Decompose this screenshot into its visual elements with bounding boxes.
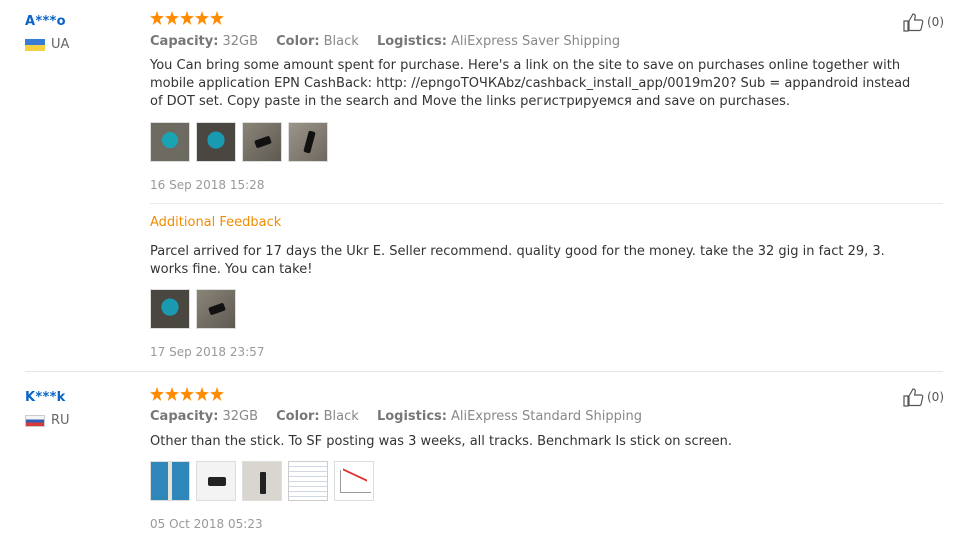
additional-images	[150, 289, 236, 329]
star-rating	[150, 11, 224, 25]
review-image-thumbnail[interactable]	[242, 461, 282, 501]
color-value: Black	[323, 409, 359, 424]
logistics-value: AliExpress Saver Shipping	[450, 34, 621, 49]
review-image-thumbnail[interactable]	[150, 122, 190, 162]
star-icon	[165, 11, 179, 25]
review-image-thumbnail[interactable]	[150, 289, 190, 329]
review-image-thumbnail[interactable]	[334, 461, 374, 501]
review-text: Other than the stick. To SF posting was …	[150, 434, 733, 449]
reviewer-name-text[interactable]: A***o	[25, 14, 66, 29]
reviewer-country: RU	[25, 413, 70, 428]
logistics-label: Logistics:	[376, 409, 447, 424]
star-icon	[210, 11, 224, 25]
color-label: Color:	[276, 34, 320, 49]
flag-ru-icon	[25, 414, 45, 427]
color-value: Black	[323, 34, 359, 49]
additional-feedback-title: Additional Feedback	[150, 215, 282, 230]
review-image-thumbnail[interactable]	[288, 122, 328, 162]
capacity-value: 32GB	[222, 34, 258, 49]
additional-feedback-text: Parcel arrived for 17 days the Ukr E. Se…	[150, 244, 885, 277]
review-date: 16 Sep 2018 15:28	[150, 178, 265, 192]
review-text: You Can bring some amount spent for purc…	[150, 58, 911, 109]
helpful-count: (0)	[927, 15, 944, 29]
review-images	[150, 122, 328, 162]
product-attributes: Capacity: 32GB Color: Black Logistics: AliE…	[150, 409, 656, 424]
review-item: A***o UA (0) Capacity: 32GB Color: Black L…	[0, 0, 972, 372]
capacity-label: Capacity:	[150, 34, 219, 49]
country-code: RU	[51, 413, 70, 428]
thumbs-up-icon[interactable]	[902, 12, 924, 32]
helpful-button[interactable]: (0)	[902, 387, 944, 407]
star-icon	[195, 387, 209, 401]
flag-ua-icon	[25, 38, 45, 51]
star-icon	[210, 387, 224, 401]
thumbs-up-icon[interactable]	[902, 387, 924, 407]
star-icon	[150, 11, 164, 25]
reviewer-country: UA	[25, 37, 69, 52]
helpful-count: (0)	[927, 390, 944, 404]
review-image-thumbnail[interactable]	[196, 461, 236, 501]
star-icon	[180, 387, 194, 401]
capacity-value: 32GB	[222, 409, 258, 424]
additional-feedback-date: 17 Sep 2018 23:57	[150, 345, 265, 359]
review-image-thumbnail[interactable]	[288, 461, 328, 501]
reviewer-name[interactable]: K***k	[25, 386, 66, 405]
review-image-thumbnail[interactable]	[196, 122, 236, 162]
review-item: K***k RU (0) Capacity: 32GB Color: Black L…	[0, 372, 972, 538]
review-images	[150, 461, 374, 501]
capacity-label: Capacity:	[150, 409, 219, 424]
country-code: UA	[51, 37, 70, 52]
color-label: Color:	[276, 409, 320, 424]
divider	[150, 203, 943, 204]
star-icon	[150, 387, 164, 401]
star-icon	[165, 387, 179, 401]
review-image-thumbnail[interactable]	[242, 122, 282, 162]
star-icon	[195, 11, 209, 25]
star-icon	[180, 11, 194, 25]
helpful-button[interactable]: (0)	[902, 12, 944, 32]
logistics-label: Logistics:	[376, 34, 447, 49]
review-date: 05 Oct 2018 05:23	[150, 517, 263, 531]
review-image-thumbnail[interactable]	[196, 289, 236, 329]
logistics-value: AliExpress Standard Shipping	[450, 409, 642, 424]
star-rating	[150, 387, 224, 401]
product-attributes: Capacity: 32GB Color: Black Logistics: AliE…	[150, 34, 634, 49]
reviewer-name[interactable]: A***o	[25, 10, 66, 29]
reviewer-name-text[interactable]: K***k	[25, 390, 66, 405]
review-image-thumbnail[interactable]	[150, 461, 190, 501]
